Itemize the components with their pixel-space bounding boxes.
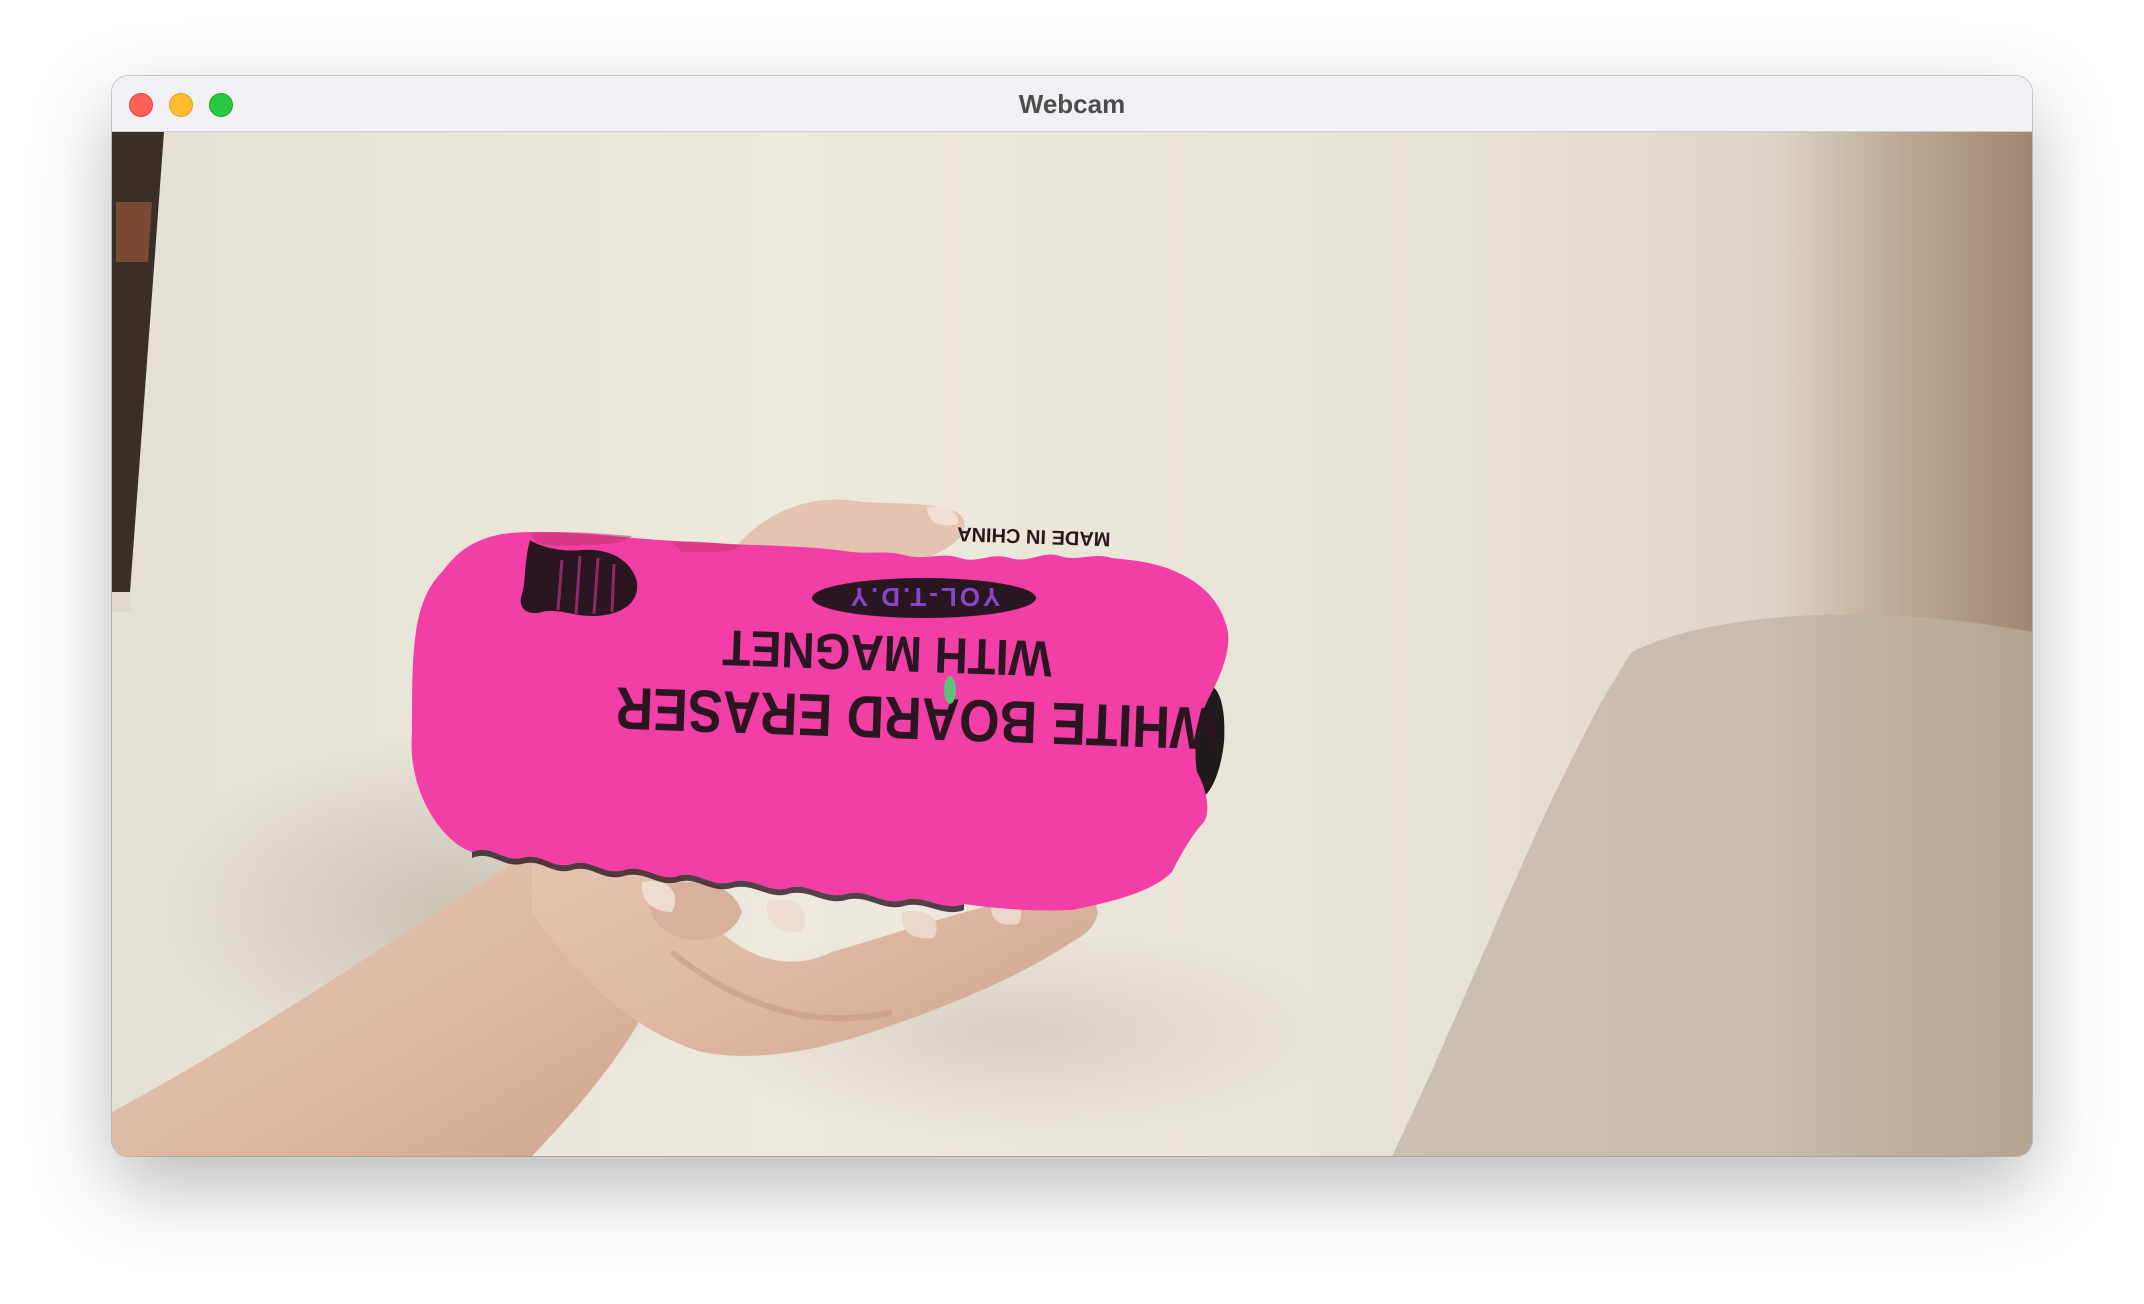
window-title: Webcam [1018, 89, 1126, 119]
with-magnet-text: WITH MAGNET [721, 619, 1053, 687]
webcam-frame: YOL-T.D.Y MADE IN CHINA WITH MAGNET WHIT… [112, 132, 2032, 1156]
webcam-feed: YOL-T.D.Y MADE IN CHINA WITH MAGNET WHIT… [112, 132, 2032, 1156]
brand-text: YOL-T.D.Y [848, 582, 1001, 612]
title-bar[interactable]: Webcam [112, 76, 2032, 132]
green-dot [944, 676, 956, 704]
door-frame-wood [116, 202, 152, 262]
webcam-window: Webcam YOL-T.D.Y MADE IN CHINA WITH MAGN… [112, 76, 2032, 1156]
